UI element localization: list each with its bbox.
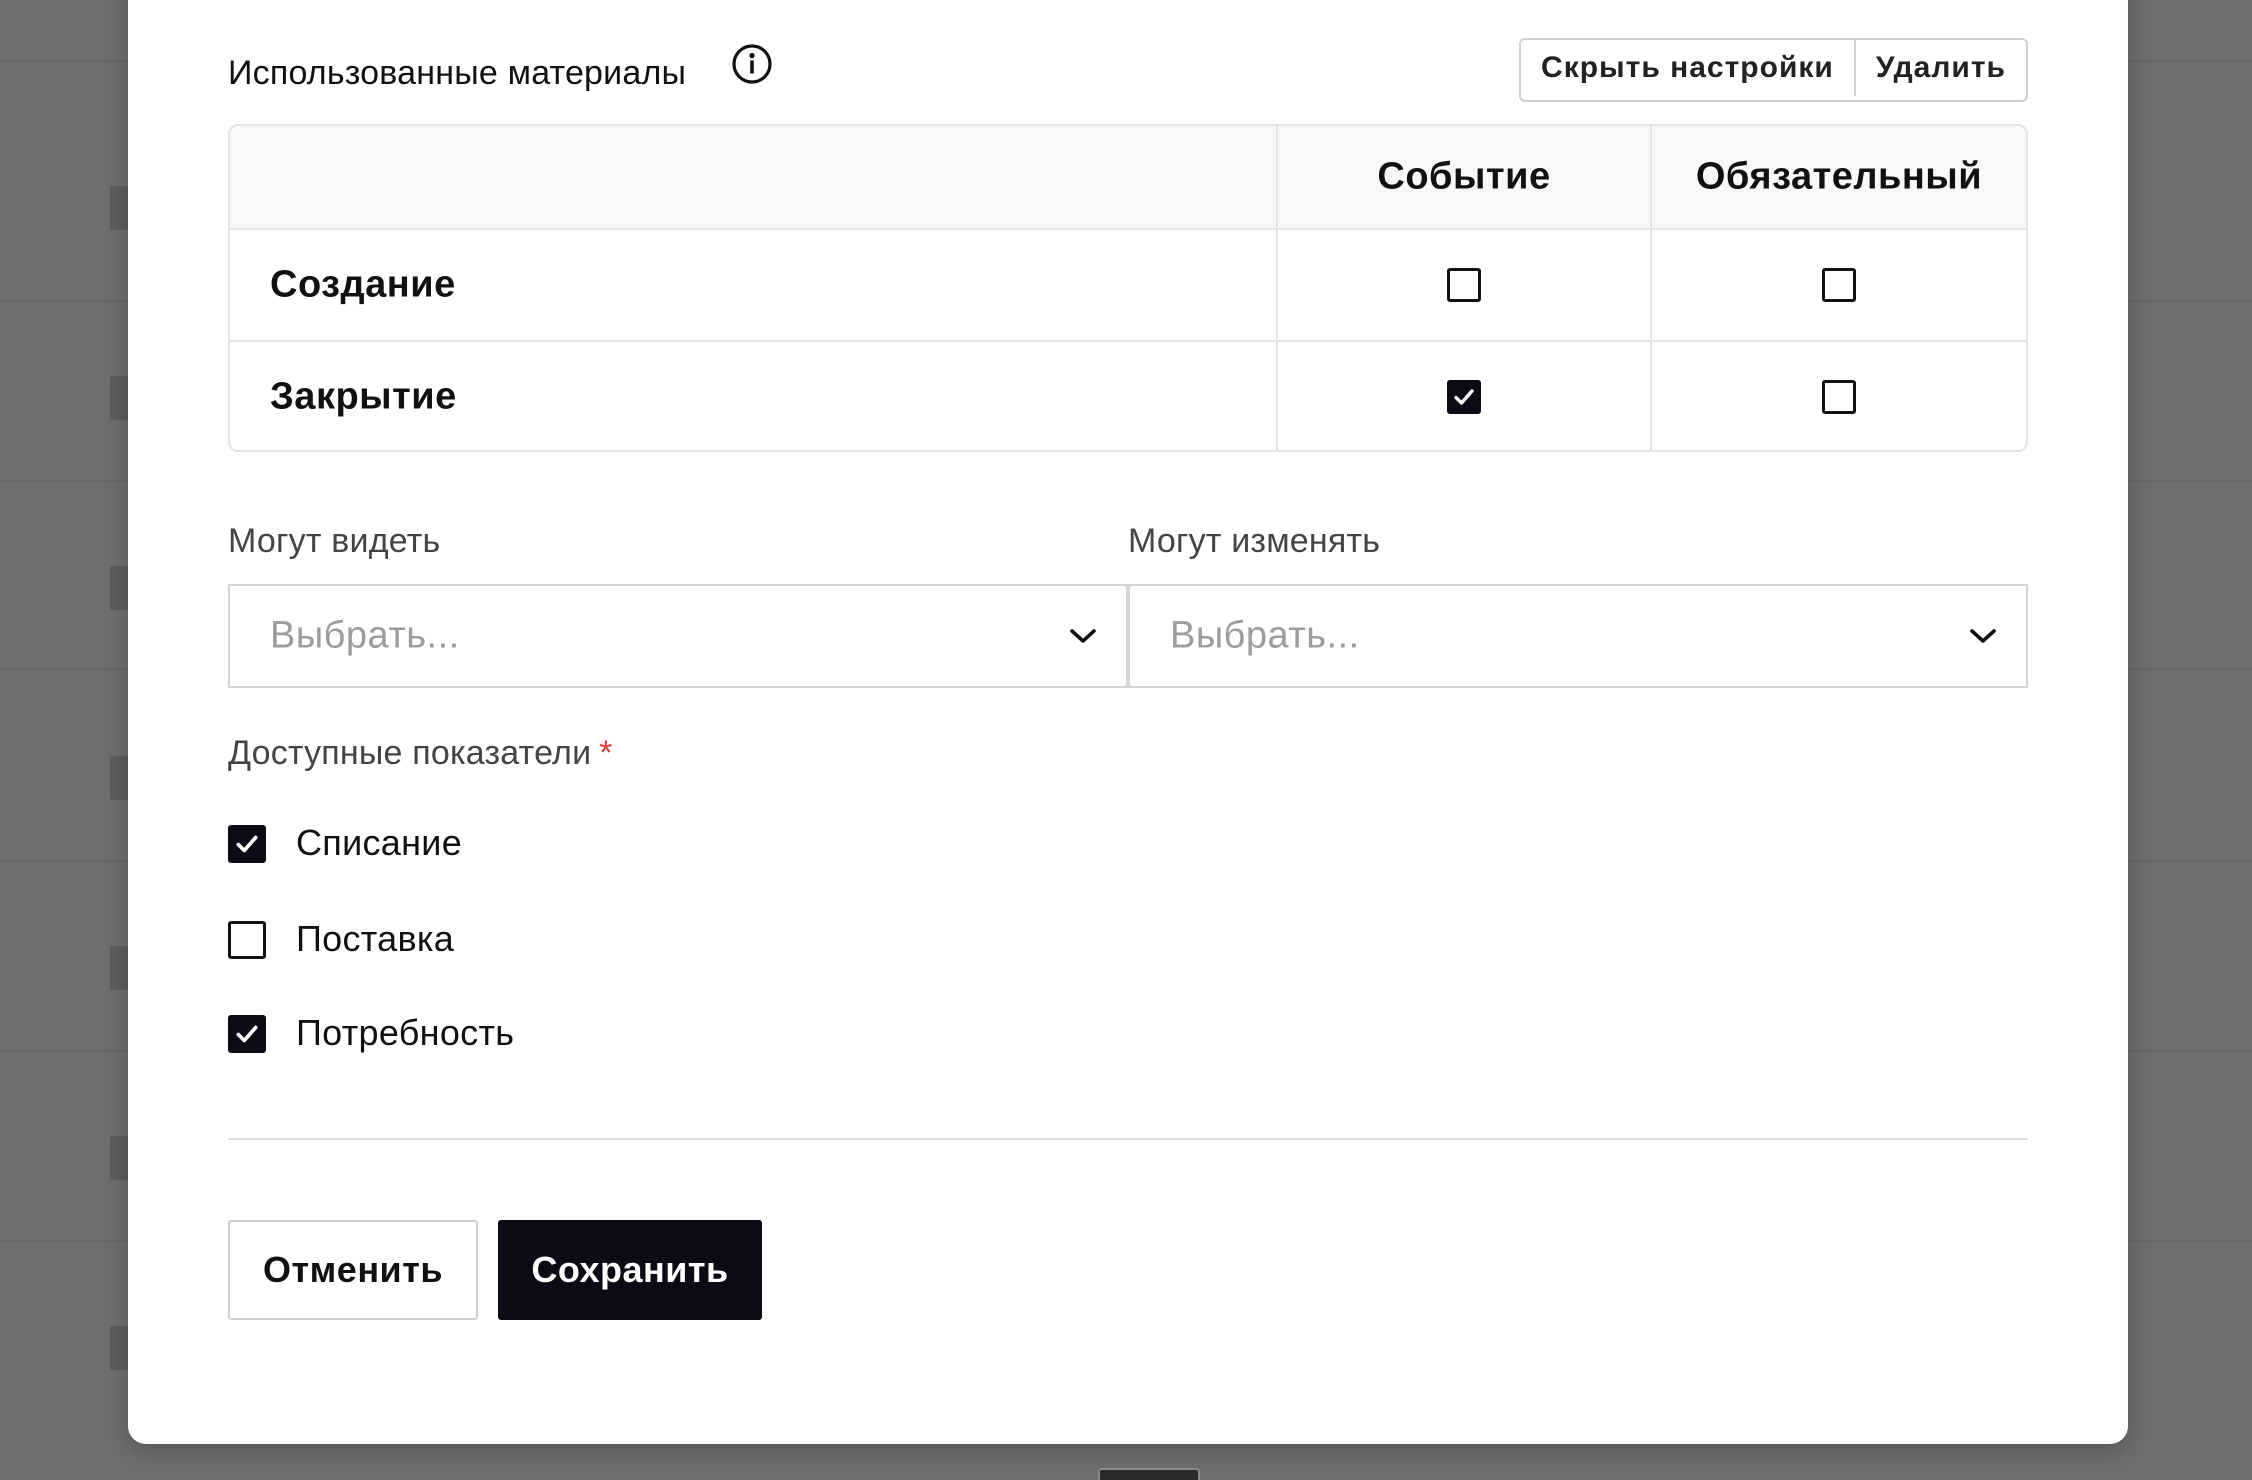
- chevron-down-icon: [1970, 629, 1996, 643]
- table-row: Создание: [230, 230, 2026, 342]
- hide-settings-button[interactable]: Скрыть настройки: [1521, 40, 1854, 96]
- row-label: Создание: [270, 263, 456, 306]
- settings-modal: Использованные материалы Скрыть настройк…: [128, 0, 2128, 1444]
- chevron-down-icon: [1070, 629, 1096, 643]
- events-table: Событие Обязательный Создание Закрытие: [228, 124, 2028, 452]
- column-header-event: Событие: [1276, 126, 1650, 228]
- column-header-required-label: Обязательный: [1695, 155, 1983, 198]
- background-tab: [1098, 1468, 1200, 1480]
- required-asterisk: *: [599, 734, 613, 772]
- row-label: Закрытие: [270, 375, 457, 418]
- background-mark: [110, 1136, 128, 1180]
- indicators-label-text: Доступные показатели: [228, 734, 592, 772]
- event-cell: [1276, 342, 1650, 450]
- background-mark: [110, 376, 128, 420]
- row-label-cell: Создание: [230, 230, 1276, 340]
- can-edit-label: Могут изменять: [1128, 522, 1381, 560]
- save-button[interactable]: Сохранить: [498, 1220, 762, 1320]
- can-view-placeholder: Выбрать...: [270, 614, 460, 657]
- event-cell: [1276, 230, 1650, 340]
- background-mark: [110, 946, 128, 990]
- section-header: Использованные материалы Скрыть настройк…: [228, 38, 2028, 102]
- indicator-checkbox[interactable]: [228, 1015, 266, 1053]
- can-edit-placeholder: Выбрать...: [1170, 614, 1360, 657]
- footer-divider: [228, 1138, 2028, 1140]
- indicators-label: Доступные показатели *: [228, 734, 613, 773]
- event-checkbox[interactable]: [1447, 380, 1481, 414]
- can-view-label: Могут видеть: [228, 522, 441, 560]
- indicator-label: Списание: [296, 822, 463, 863]
- can-view-select[interactable]: Выбрать...: [228, 584, 1128, 688]
- section-actions: Скрыть настройки Удалить: [1519, 38, 2028, 102]
- required-cell: [1650, 230, 2026, 340]
- indicator-label: Поставка: [296, 918, 455, 959]
- table-header-empty: [230, 126, 1276, 228]
- indicator-checkbox[interactable]: [228, 825, 266, 863]
- background-mark: [110, 1326, 128, 1370]
- can-edit-select[interactable]: Выбрать...: [1128, 584, 2028, 688]
- event-checkbox[interactable]: [1447, 268, 1481, 302]
- required-cell: [1650, 342, 2026, 450]
- delete-button[interactable]: Удалить: [1853, 40, 2026, 96]
- section-title: Использованные материалы: [228, 54, 687, 92]
- background-mark: [110, 186, 128, 230]
- checkmark-icon: [236, 1025, 258, 1043]
- background-mark: [110, 756, 128, 800]
- required-checkbox[interactable]: [1822, 268, 1856, 302]
- info-icon[interactable]: [730, 42, 774, 86]
- indicator-checkbox[interactable]: [228, 921, 266, 959]
- column-header-event-label: Событие: [1377, 155, 1551, 198]
- column-header-required: Обязательный: [1650, 126, 2026, 228]
- indicator-label: Потребность: [296, 1012, 515, 1053]
- table-header-row: Событие Обязательный: [230, 126, 2026, 230]
- cancel-button[interactable]: Отменить: [228, 1220, 478, 1320]
- table-row: Закрытие: [230, 342, 2026, 450]
- background-mark: [110, 566, 128, 610]
- required-checkbox[interactable]: [1822, 380, 1856, 414]
- row-label-cell: Закрытие: [230, 342, 1276, 450]
- checkmark-icon: [236, 835, 258, 853]
- checkmark-icon: [1454, 389, 1474, 405]
